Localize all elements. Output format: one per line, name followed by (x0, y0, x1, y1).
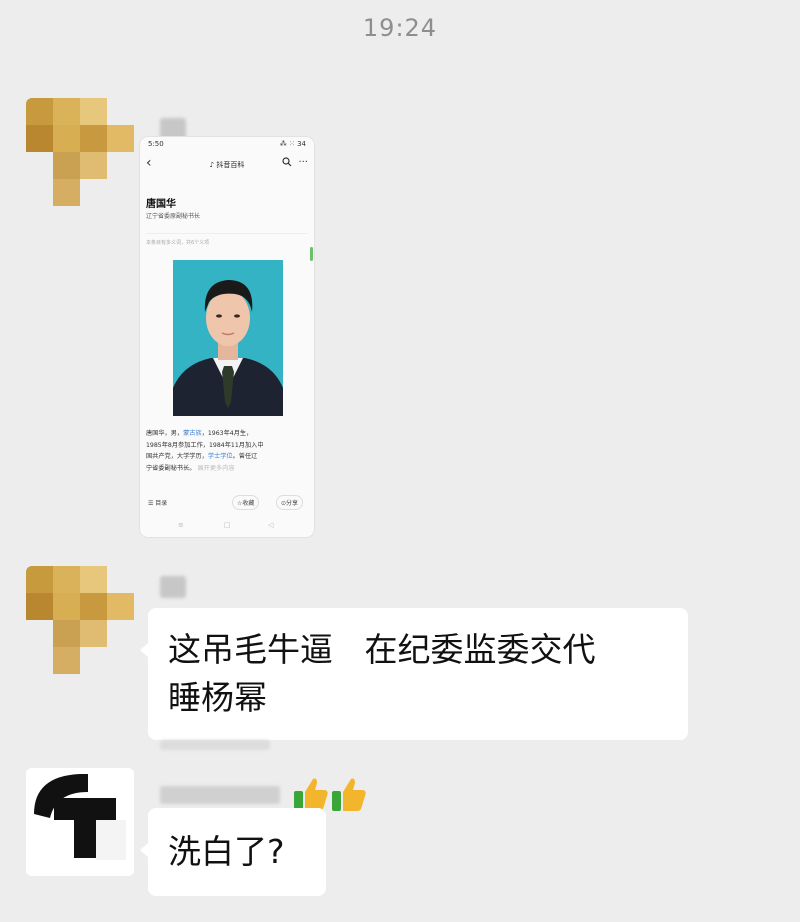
favorite-label: 收藏 (242, 500, 255, 507)
back-icon: ◁ (268, 521, 274, 529)
phone-nav-bar: ‹ ♪ 抖音百科 ··· (140, 155, 314, 177)
thumbs-up-icon (268, 728, 366, 811)
phone-status-icons: ⁂ ⁙ 34 (279, 140, 306, 148)
message-text-line: 洗白了? (168, 832, 285, 871)
shared-image-message[interactable]: 5:50 ⁂ ⁙ 34 ‹ ♪ 抖音百科 ··· 唐国华 辽宁省委原副秘书长 本… (140, 137, 314, 537)
person-title: 辽宁省委原副秘书长 (146, 213, 201, 220)
message-bubble[interactable]: 洗白了? (140, 808, 326, 896)
sender-nickname-redacted (160, 576, 186, 598)
menu-icon: ≡ (178, 521, 184, 529)
disambiguation-hint: 本条目有多义词，共6个义项 (146, 240, 210, 246)
phone-status-time: 5:50 (148, 140, 164, 148)
toc-button: ☰ 目录 (148, 500, 168, 507)
scroll-indicator (310, 247, 313, 261)
sender-avatar[interactable] (26, 566, 134, 674)
bio-text: 唐国华，男， (146, 430, 184, 437)
divider (146, 233, 308, 234)
bio-link-ethnicity: 蒙古族 (183, 430, 202, 437)
share-button: ⊙分享 (276, 495, 304, 510)
bio-text: 1985年8月参加工作，1984年11月加入中 (146, 441, 264, 449)
message-bubble[interactable]: 这吊毛牛逼 在纪委监委交代 睡杨幂 (140, 608, 688, 811)
message-text: 睡杨幂 (168, 678, 267, 717)
more-icon: ··· (298, 157, 308, 168)
search-icon (282, 157, 292, 170)
person-name: 唐国华 (146, 199, 176, 210)
toc-label: 目录 (155, 500, 168, 507)
phone-bottom-bar: ☰ 目录 ☆收藏 ⊙分享 (140, 495, 314, 511)
share-label: 分享 (286, 500, 299, 507)
chat-timestamp: 19:24 (362, 14, 438, 42)
message-text-line: 这吊毛牛逼 在纪委监委交代 (168, 630, 596, 669)
bio-link-degree: 学士学位 (207, 453, 233, 460)
brand-text: 抖音百科 (216, 161, 245, 169)
favorite-button: ☆收藏 (232, 495, 260, 510)
home-icon: □ (224, 521, 231, 529)
phone-home-bar: ≡ □ ◁ (140, 521, 314, 533)
phone-status-bar: 5:50 ⁂ ⁙ 34 (140, 137, 314, 151)
sender-avatar[interactable] (26, 98, 134, 206)
sender-nickname-redacted (160, 786, 280, 804)
redacted-strip (160, 740, 270, 750)
portrait-photo (173, 260, 283, 416)
sender-avatar-2[interactable] (26, 768, 134, 876)
bio-text: 国共产党，大学学历， (146, 453, 208, 460)
person-bio: 唐国华，男，蒙古族，1963年4月生， 1985年8月参加工作，1984年11月加… (146, 428, 308, 474)
bio-text: 。曾任辽 (232, 453, 258, 460)
bio-text: ，1963年4月生， (201, 430, 253, 437)
bio-expand: 展开更多内容 (197, 464, 235, 472)
bio-text: 宁省委副秘书长。 (146, 464, 196, 472)
